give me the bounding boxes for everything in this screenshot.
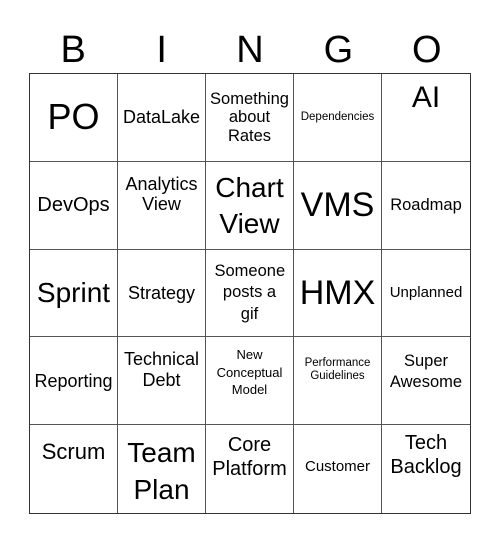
bingo-cell[interactable]: Dependencies (294, 74, 382, 162)
cell-text: Core Platform (212, 434, 287, 481)
bingo-cell[interactable]: PO (30, 74, 118, 162)
cell-text: VMS (300, 186, 375, 225)
header-letter-o: O (412, 29, 442, 71)
bingo-cell[interactable]: Performance Guidelines (294, 337, 382, 426)
bingo-cell[interactable]: Chart View (206, 161, 294, 250)
bingo-cell[interactable]: DevOps (30, 161, 118, 250)
cell-text: Strategy (127, 282, 196, 303)
cell-text: Team Plan (127, 437, 196, 505)
cell-text: Performance Guidelines (304, 357, 371, 383)
cell-text: Sprint (36, 277, 111, 309)
bingo-cell[interactable]: Something about Rates (206, 74, 294, 162)
cell-text: Analytics View (125, 173, 198, 214)
cell-text: Tech Backlog (390, 432, 462, 479)
bingo-cell[interactable]: New Conceptual Model (206, 337, 294, 426)
bingo-cell[interactable]: Sprint (30, 249, 118, 338)
cell-text: Dependencies (300, 110, 375, 123)
bingo-cell[interactable]: Strategy (118, 249, 206, 338)
cell-text: Something about Rates (210, 89, 289, 145)
bingo-cell[interactable]: Scrum (30, 425, 118, 513)
cell-text: HMX (299, 273, 376, 312)
cell-text: Super Awesome (389, 352, 463, 392)
bingo-cell[interactable]: Core Platform (206, 425, 294, 513)
bingo-cell[interactable]: Someone posts a gif (206, 249, 294, 338)
bingo-cell[interactable]: Technical Debt (118, 337, 206, 426)
cell-text: Chart View (215, 171, 284, 240)
cell-text: PO (47, 96, 100, 138)
header-letter-b: B (60, 29, 86, 71)
bingo-cell[interactable]: VMS (294, 161, 382, 250)
bingo-cell[interactable]: Analytics View (118, 161, 206, 250)
bingo-cell[interactable]: Team Plan (118, 425, 206, 513)
bingo-cell[interactable]: Customer (294, 425, 382, 513)
bingo-cell[interactable]: HMX (294, 249, 382, 338)
cell-text: Someone posts a gif (214, 262, 286, 323)
cell-text: AI (411, 81, 441, 114)
cell-text: DataLake (122, 107, 201, 128)
cell-text: Customer (304, 458, 371, 476)
cell-text: Roadmap (390, 195, 462, 214)
cell-text: Technical Debt (123, 349, 200, 390)
header-letter-n: N (236, 29, 264, 71)
bingo-cell[interactable]: DataLake (118, 74, 206, 162)
cell-text: Scrum (41, 439, 106, 465)
bingo-header: B I N G O (29, 28, 471, 72)
bingo-cell[interactable]: Roadmap (382, 162, 470, 250)
cell-text: Reporting (34, 371, 113, 392)
cell-text: DevOps (37, 194, 110, 216)
bingo-cell[interactable]: Reporting (30, 337, 118, 426)
header-letter-g: G (323, 29, 354, 71)
cell-text: Unplanned (389, 283, 463, 301)
header-letter-i: I (156, 29, 167, 71)
bingo-cell[interactable]: Unplanned (382, 250, 470, 338)
bingo-cell[interactable]: Tech Backlog (382, 425, 470, 513)
cell-text: New Conceptual Model (216, 347, 283, 398)
bingo-cell[interactable]: AI (382, 74, 470, 162)
bingo-cell[interactable]: Super Awesome (382, 337, 470, 426)
bingo-grid: PO DataLake Something about Rates Depend… (29, 73, 471, 514)
